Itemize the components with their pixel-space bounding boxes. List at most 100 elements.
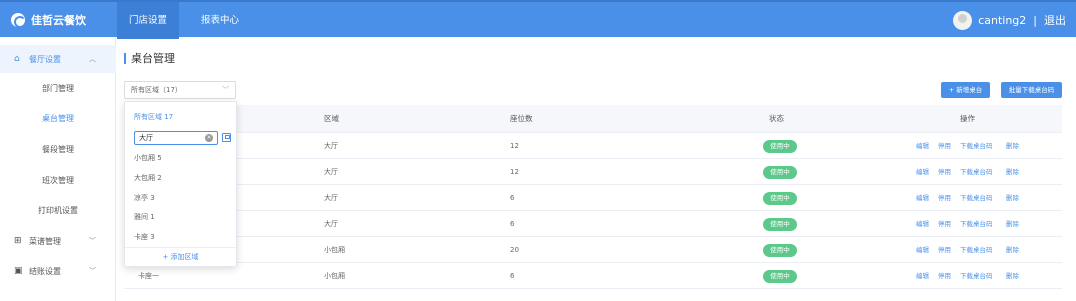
cell-seats: 20 <box>510 246 519 254</box>
area-select[interactable]: 所有区域（17） ﹀ <box>124 81 236 99</box>
table-row: 大厅 6 使用中 编辑 停用 下载桌台码 删除 <box>124 211 1062 237</box>
cell-area: 小包厢 <box>324 246 345 254</box>
disable-link[interactable]: 停用 <box>938 263 951 289</box>
edit-link[interactable]: 编辑 <box>916 133 929 159</box>
page-title: 桌台管理 <box>124 50 175 66</box>
sidebar-group-label: 菜谱管理 <box>29 236 61 246</box>
add-area-button[interactable]: + 添加区域 <box>125 252 236 262</box>
top-navbar: 佳哲云餐饮 门店设置 报表中心 canting2 | 退出 <box>0 0 1076 39</box>
delete-link[interactable]: 删除 <box>1006 185 1019 211</box>
edit-link[interactable]: 编辑 <box>916 263 929 289</box>
home-icon: ⌂ <box>14 53 20 64</box>
sidebar-item-shifts[interactable]: 班次管理 <box>0 167 116 195</box>
sidebar: ⌂ 餐厅设置 ︿ 部门管理 桌台管理 餐段管理 班次管理 打印机设置 ⊞ 菜谱管… <box>0 37 116 301</box>
delete-link[interactable]: 删除 <box>1006 263 1019 289</box>
sidebar-item-meal-periods[interactable]: 餐段管理 <box>0 136 116 164</box>
tab-store-settings[interactable]: 门店设置 <box>117 2 180 39</box>
cell-area: 大厅 <box>324 168 338 176</box>
sidebar-group-dishes[interactable]: ⊞ 菜谱管理 ﹀ <box>0 227 116 255</box>
new-table-button[interactable]: + 新增桌台 <box>941 82 990 98</box>
dropdown-item[interactable]: 凉亭 3 <box>134 193 155 203</box>
delete-link[interactable]: 删除 <box>1006 133 1019 159</box>
save-icon[interactable] <box>222 133 231 142</box>
logo-text: 佳哲云餐饮 <box>31 14 86 27</box>
sidebar-item-printer[interactable]: 打印机设置 <box>0 197 116 225</box>
download-qr-link[interactable]: 下载桌台码 <box>960 133 993 159</box>
table-row: 大厅 12 使用中 编辑 停用 下载桌台码 删除 <box>124 133 1062 159</box>
column-header-actions: 操作 <box>960 114 975 123</box>
delete-link[interactable]: 删除 <box>1006 159 1019 185</box>
delete-link[interactable]: 删除 <box>1006 211 1019 237</box>
chevron-down-icon: ﹀ <box>89 267 96 275</box>
download-qr-link[interactable]: 下载桌台码 <box>960 211 993 237</box>
table-row: 卡座一 小包厢 6 使用中 编辑 停用 下载桌台码 删除 <box>124 263 1062 289</box>
edit-link[interactable]: 编辑 <box>916 185 929 211</box>
avatar[interactable] <box>953 10 973 30</box>
dropdown-item[interactable]: 大包厢 2 <box>134 173 162 183</box>
disable-link[interactable]: 停用 <box>938 185 951 211</box>
column-header-area: 区域 <box>324 114 339 123</box>
download-qr-link[interactable]: 下载桌台码 <box>960 263 993 289</box>
chevron-up-icon: ︿ <box>89 55 96 63</box>
delete-link[interactable]: 删除 <box>1006 237 1019 263</box>
table-row: 小包厢 20 使用中 编辑 停用 下载桌台码 删除 <box>124 237 1062 263</box>
status-badge: 使用中 <box>763 140 797 153</box>
table-header: 区域 座位数 状态 操作 <box>124 105 1062 133</box>
status-badge: 使用中 <box>763 218 797 231</box>
grid-icon: ⊞ <box>14 235 22 246</box>
cell-seats: 12 <box>510 168 519 176</box>
page-title-text: 桌台管理 <box>131 52 175 65</box>
area-search-input[interactable]: 大厅 × <box>134 131 218 145</box>
disable-link[interactable]: 停用 <box>938 211 951 237</box>
edit-link[interactable]: 编辑 <box>916 159 929 185</box>
download-qr-link[interactable]: 下载桌台码 <box>960 185 993 211</box>
sidebar-group-checkout[interactable]: ▣ 结账设置 ﹀ <box>0 257 116 285</box>
status-badge: 使用中 <box>763 192 797 205</box>
dropdown-item[interactable]: 小包厢 5 <box>134 153 162 163</box>
cell-area: 大厅 <box>324 142 338 150</box>
clear-icon[interactable]: × <box>205 134 213 142</box>
download-qr-link[interactable]: 下载桌台码 <box>960 159 993 185</box>
download-qr-link[interactable]: 下载桌台码 <box>960 237 993 263</box>
edit-link[interactable]: 编辑 <box>916 211 929 237</box>
column-header-status: 状态 <box>769 114 784 123</box>
status-badge: 使用中 <box>763 244 797 257</box>
sidebar-group-restaurant[interactable]: ⌂ 餐厅设置 ︿ <box>0 45 116 73</box>
table-row: 大厅 12 使用中 编辑 停用 下载桌台码 删除 <box>124 159 1062 185</box>
chevron-down-icon: ﹀ <box>222 86 229 94</box>
sidebar-group-label: 结账设置 <box>29 266 61 276</box>
tab-report-center[interactable]: 报表中心 <box>189 2 251 39</box>
cell-seats: 6 <box>510 194 515 202</box>
cell-seats: 6 <box>510 272 515 280</box>
disable-link[interactable]: 停用 <box>938 237 951 263</box>
checkout-icon: ▣ <box>14 265 23 276</box>
cell-seats: 6 <box>510 220 515 228</box>
dropdown-divider <box>125 247 236 248</box>
chevron-down-icon: ﹀ <box>89 237 96 245</box>
username[interactable]: canting2 <box>978 14 1026 27</box>
cell-seats: 12 <box>510 142 519 150</box>
disable-link[interactable]: 停用 <box>938 159 951 185</box>
logo-icon <box>11 13 26 28</box>
user-area: canting2 | 退出 <box>953 10 1066 30</box>
disable-link[interactable]: 停用 <box>938 133 951 159</box>
cell-area: 大厅 <box>324 220 338 228</box>
dropdown-item[interactable]: 雅间 1 <box>134 212 155 222</box>
user-separator: | <box>1033 13 1037 27</box>
cell-area: 大厅 <box>324 194 338 202</box>
sidebar-item-department[interactable]: 部门管理 <box>0 75 116 103</box>
logout-link[interactable]: 退出 <box>1044 12 1066 28</box>
batch-download-button[interactable]: 批量下载桌台码 <box>1001 82 1062 98</box>
status-badge: 使用中 <box>763 270 797 283</box>
title-accent-bar <box>124 52 126 64</box>
cell-area: 小包厢 <box>324 272 345 280</box>
dropdown-item[interactable]: 卡座 3 <box>134 232 155 242</box>
sidebar-item-tables[interactable]: 桌台管理 <box>0 105 116 133</box>
area-search-value: 大厅 <box>139 134 153 142</box>
app-logo[interactable]: 佳哲云餐饮 <box>11 11 86 29</box>
table-row: 大厅 6 使用中 编辑 停用 下载桌台码 删除 <box>124 185 1062 211</box>
dropdown-item-all[interactable]: 所有区域 17 <box>134 112 173 122</box>
edit-link[interactable]: 编辑 <box>916 237 929 263</box>
sidebar-group-label: 餐厅设置 <box>29 54 61 64</box>
area-select-value: 所有区域（17） <box>131 86 182 94</box>
